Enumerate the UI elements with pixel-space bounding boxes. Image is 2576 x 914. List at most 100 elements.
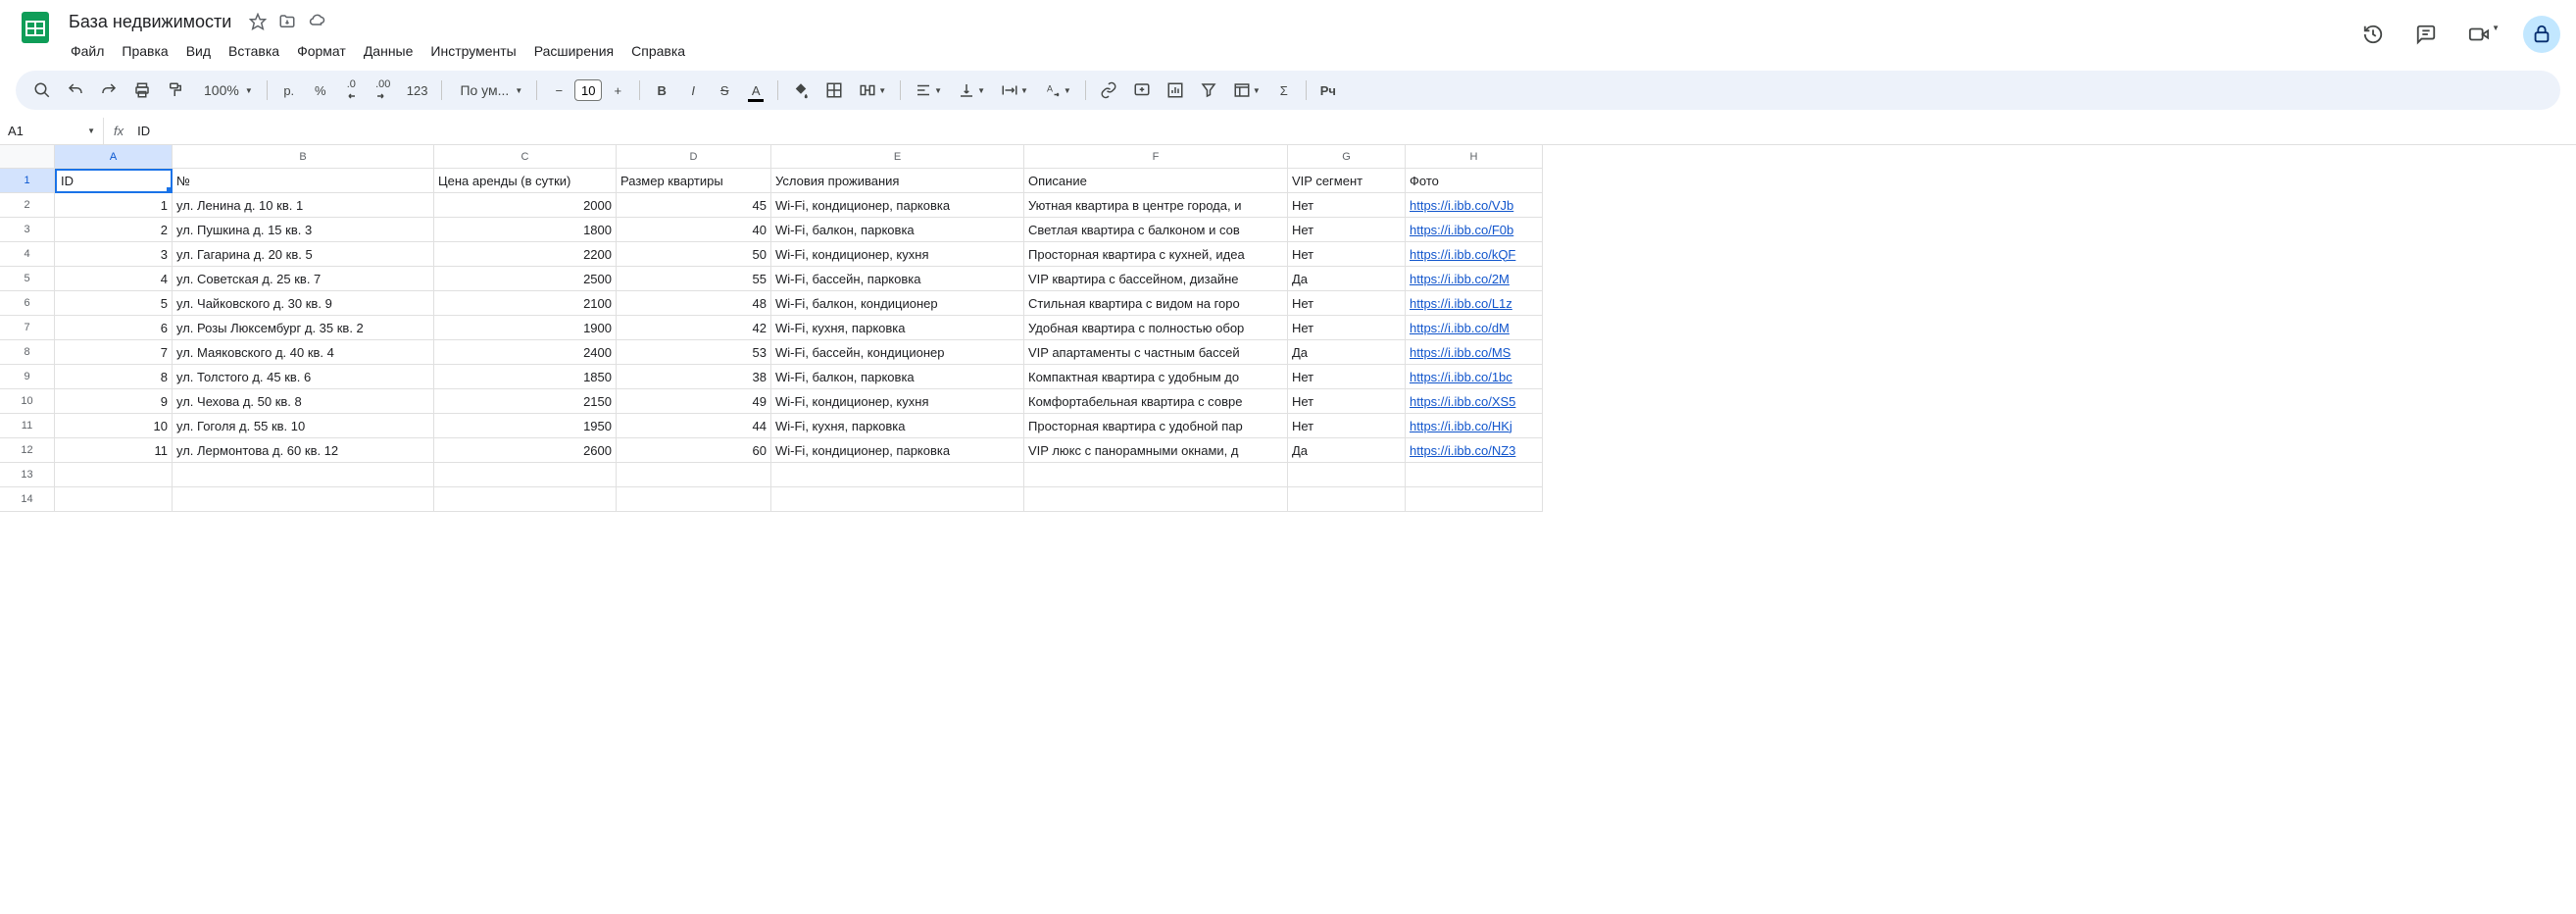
doc-title[interactable]: База недвижимости — [63, 10, 237, 34]
increase-decimals[interactable]: .00 — [370, 76, 397, 104]
cell[interactable]: Удобная квартира с полностью обор — [1024, 316, 1288, 340]
menu-tools[interactable]: Инструменты — [422, 39, 523, 63]
cell[interactable]: 6 — [55, 316, 173, 340]
menu-file[interactable]: Файл — [63, 39, 112, 63]
menu-insert[interactable]: Вставка — [221, 39, 287, 63]
decrease-font-size[interactable]: − — [545, 76, 572, 104]
cell[interactable]: Просторная квартира с кухней, идеа — [1024, 242, 1288, 267]
cell[interactable]: 1950 — [434, 414, 617, 438]
cell[interactable] — [1406, 463, 1543, 487]
cell[interactable]: 2100 — [434, 291, 617, 316]
cell[interactable]: ID — [55, 169, 173, 193]
cell[interactable]: Просторная квартира с удобной пар — [1024, 414, 1288, 438]
cell[interactable]: 50 — [617, 242, 771, 267]
cell[interactable] — [771, 463, 1024, 487]
col-header[interactable]: H — [1406, 145, 1543, 169]
select-all-corner[interactable] — [0, 145, 55, 169]
cell[interactable]: 7 — [55, 340, 173, 365]
text-color-icon[interactable]: A — [742, 76, 769, 104]
cell[interactable]: Wi-Fi, бассейн, парковка — [771, 267, 1024, 291]
row-header[interactable]: 6 — [0, 291, 55, 316]
cell[interactable] — [55, 487, 173, 512]
row-header[interactable]: 5 — [0, 267, 55, 291]
cell[interactable]: Wi-Fi, балкон, парковка — [771, 365, 1024, 389]
cell[interactable]: Wi-Fi, кондиционер, кухня — [771, 242, 1024, 267]
move-folder-icon[interactable] — [278, 13, 296, 30]
row-header[interactable]: 14 — [0, 487, 55, 512]
cell[interactable] — [1288, 463, 1406, 487]
col-header[interactable]: C — [434, 145, 617, 169]
zoom-select[interactable]: 100%▼ — [194, 76, 259, 104]
cell[interactable]: 8 — [55, 365, 173, 389]
row-header[interactable]: 2 — [0, 193, 55, 218]
cell[interactable]: Wi-Fi, бассейн, кондиционер — [771, 340, 1024, 365]
cell[interactable]: ул. Розы Люксембург д. 35 кв. 2 — [173, 316, 434, 340]
cell[interactable]: Wi-Fi, кухня, парковка — [771, 316, 1024, 340]
cell[interactable]: Нет — [1288, 242, 1406, 267]
cell[interactable]: 10 — [55, 414, 173, 438]
cell[interactable]: VIP сегмент — [1288, 169, 1406, 193]
paint-format-icon[interactable] — [161, 76, 190, 104]
cell[interactable]: VIP апартаменты с частным бассей — [1024, 340, 1288, 365]
undo-icon[interactable] — [61, 76, 90, 104]
cell[interactable]: 2500 — [434, 267, 617, 291]
cell[interactable]: https://i.ibb.co/dM — [1406, 316, 1543, 340]
cell[interactable]: https://i.ibb.co/NZ3 — [1406, 438, 1543, 463]
formula-bar[interactable]: ID — [133, 124, 2576, 138]
cell[interactable]: https://i.ibb.co/F0b — [1406, 218, 1543, 242]
col-header[interactable]: E — [771, 145, 1024, 169]
menu-format[interactable]: Формат — [289, 39, 354, 63]
apps-script-icon[interactable]: Pч — [1314, 76, 1342, 104]
currency-format[interactable]: р. — [275, 76, 303, 104]
col-header[interactable]: G — [1288, 145, 1406, 169]
functions-icon[interactable]: Σ — [1270, 76, 1298, 104]
cell[interactable]: https://i.ibb.co/1bc — [1406, 365, 1543, 389]
cloud-status-icon[interactable] — [308, 13, 325, 30]
insert-link-icon[interactable] — [1094, 76, 1123, 104]
cell[interactable]: № — [173, 169, 434, 193]
cell[interactable]: ул. Толстого д. 45 кв. 6 — [173, 365, 434, 389]
sheets-logo[interactable] — [16, 8, 55, 47]
cell[interactable]: Условия проживания — [771, 169, 1024, 193]
insert-comment-icon[interactable] — [1127, 76, 1157, 104]
history-icon[interactable] — [2354, 16, 2392, 53]
cell[interactable]: Нет — [1288, 218, 1406, 242]
cell[interactable]: 1 — [55, 193, 173, 218]
print-icon[interactable] — [127, 76, 157, 104]
cell[interactable]: 3 — [55, 242, 173, 267]
cell[interactable]: 55 — [617, 267, 771, 291]
cell[interactable]: 45 — [617, 193, 771, 218]
menu-extensions[interactable]: Расширения — [526, 39, 621, 63]
cell[interactable]: Нет — [1288, 291, 1406, 316]
cell[interactable]: Цена аренды (в сутки) — [434, 169, 617, 193]
row-header[interactable]: 3 — [0, 218, 55, 242]
col-header[interactable]: D — [617, 145, 771, 169]
insert-chart-icon[interactable] — [1161, 76, 1190, 104]
row-header[interactable]: 1 — [0, 169, 55, 193]
cell[interactable]: Нет — [1288, 389, 1406, 414]
cell[interactable]: https://i.ibb.co/VJb — [1406, 193, 1543, 218]
cell[interactable]: https://i.ibb.co/HKj — [1406, 414, 1543, 438]
font-select[interactable]: По ум...▼ — [450, 76, 528, 104]
cell[interactable] — [1024, 463, 1288, 487]
cell[interactable]: 42 — [617, 316, 771, 340]
cell[interactable]: Да — [1288, 438, 1406, 463]
col-header[interactable]: F — [1024, 145, 1288, 169]
cell[interactable]: Wi-Fi, кондиционер, парковка — [771, 193, 1024, 218]
cell[interactable]: https://i.ibb.co/kQF — [1406, 242, 1543, 267]
cell[interactable]: 2150 — [434, 389, 617, 414]
filter-views-icon[interactable]: ▼ — [1227, 76, 1266, 104]
cell[interactable]: Уютная квартира в центре города, и — [1024, 193, 1288, 218]
menu-data[interactable]: Данные — [356, 39, 421, 63]
cell[interactable]: ул. Чайковского д. 30 кв. 9 — [173, 291, 434, 316]
bold-icon[interactable]: B — [648, 76, 675, 104]
cell[interactable]: 38 — [617, 365, 771, 389]
cell[interactable]: 1900 — [434, 316, 617, 340]
row-header[interactable]: 10 — [0, 389, 55, 414]
menu-view[interactable]: Вид — [178, 39, 219, 63]
cell[interactable]: 48 — [617, 291, 771, 316]
cell[interactable]: Нет — [1288, 193, 1406, 218]
percent-format[interactable]: % — [307, 76, 334, 104]
cell[interactable]: Комфортабельная квартира с совре — [1024, 389, 1288, 414]
cell[interactable]: 2400 — [434, 340, 617, 365]
